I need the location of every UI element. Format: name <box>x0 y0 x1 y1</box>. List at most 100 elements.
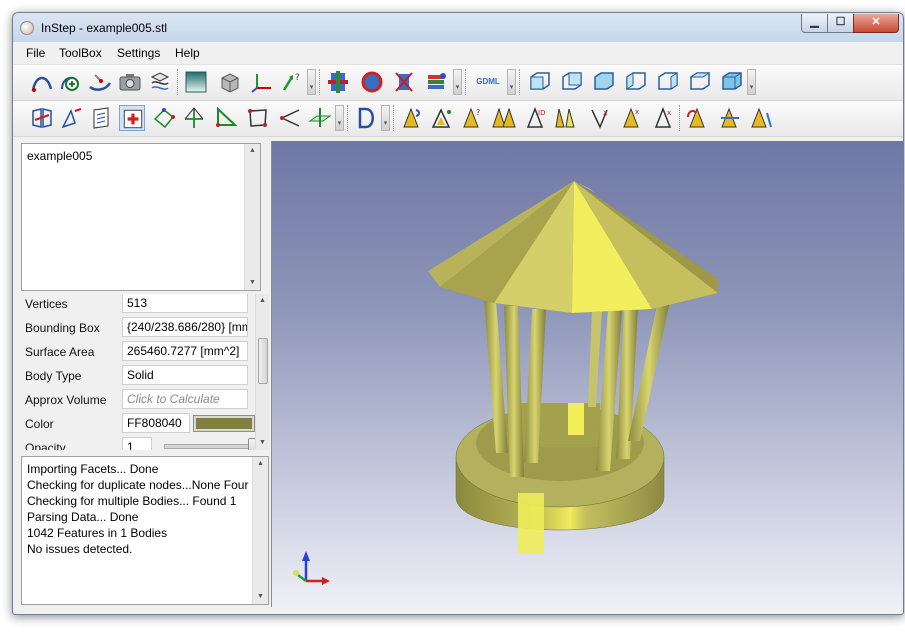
scroll-up-icon[interactable]: ▲ <box>253 457 268 471</box>
toolbar-extension-icon[interactable]: ▾ <box>747 69 756 95</box>
layers-icon[interactable] <box>423 69 449 95</box>
svg-text:x: x <box>603 108 608 117</box>
log-scrollbar[interactable]: ▲ ▼ <box>252 457 268 604</box>
cube-front-icon[interactable] <box>527 69 553 95</box>
toolbar-extension-icon[interactable]: ▾ <box>307 69 316 95</box>
surface-area-label: Surface Area <box>25 345 95 359</box>
gdml-icon[interactable]: GDML <box>471 69 505 95</box>
angle-points-icon[interactable] <box>277 105 303 131</box>
bounding-box-label: Bounding Box <box>25 321 100 335</box>
approx-volume-label: Approx Volume <box>25 393 107 407</box>
properties-scrollbar[interactable]: ▲ ▼ <box>255 294 269 450</box>
scatter-icon[interactable] <box>151 105 177 131</box>
toolbar-separator <box>177 69 181 95</box>
pen-arrow-icon[interactable] <box>59 105 85 131</box>
menu-settings[interactable]: Settings <box>117 46 160 60</box>
cube-top-icon[interactable] <box>655 69 681 95</box>
color-label: Color <box>25 417 54 431</box>
gradient-box-icon[interactable] <box>183 69 209 95</box>
cone-e-icon[interactable]: ID <box>523 105 549 131</box>
page-tool-icon[interactable] <box>89 105 115 131</box>
cube-right-icon[interactable] <box>623 69 649 95</box>
cone-k-icon[interactable] <box>717 105 743 131</box>
svg-text:?: ? <box>295 73 300 83</box>
slice-icon[interactable] <box>325 69 351 95</box>
camera-icon[interactable] <box>117 69 143 95</box>
cube-iso-icon[interactable] <box>719 69 745 95</box>
color-swatch-button[interactable] <box>193 415 255 432</box>
cone-l-icon[interactable] <box>749 105 775 131</box>
cone-i-icon[interactable]: x <box>651 105 677 131</box>
model-tree-panel[interactable]: example005 ▲ ▼ <box>21 143 261 291</box>
sphere-red-icon[interactable] <box>359 69 385 95</box>
cone-b-icon[interactable] <box>429 105 455 131</box>
d-shape-icon[interactable] <box>353 105 379 131</box>
cone-d-icon[interactable] <box>491 105 517 131</box>
box-solid-icon[interactable] <box>217 69 243 95</box>
toolbar-separator <box>519 69 523 95</box>
scroll-thumb[interactable] <box>258 338 268 384</box>
menu-file[interactable]: File <box>26 46 45 60</box>
square-points-icon[interactable] <box>245 105 271 131</box>
axes-icon[interactable] <box>249 69 275 95</box>
cone-h-icon[interactable]: x <box>619 105 645 131</box>
toolbar-extension-icon[interactable]: ▾ <box>335 105 344 131</box>
cone-f-icon[interactable] <box>553 105 579 131</box>
triangle-icon[interactable] <box>213 105 239 131</box>
toolbar-row-2: ▾ ▾ ? ID x x x <box>13 101 903 137</box>
cube-back-icon[interactable] <box>559 69 585 95</box>
approx-volume-button[interactable]: Click to Calculate <box>122 389 248 409</box>
curve-tool-icon[interactable] <box>29 69 55 95</box>
window-title: InStep - example005.stl <box>41 21 167 35</box>
book-tool-icon[interactable] <box>29 105 55 131</box>
cone-c-icon[interactable]: ? <box>459 105 485 131</box>
arrow-triangle-icon[interactable] <box>181 105 207 131</box>
log-line: Checking for duplicate nodes...None Four <box>27 478 249 492</box>
scroll-up-icon[interactable]: ▲ <box>245 144 260 158</box>
transform-icon[interactable] <box>147 69 173 95</box>
help-arrow-icon[interactable]: ? <box>279 69 305 95</box>
cone-a-icon[interactable] <box>399 105 425 131</box>
cube-bottom-icon[interactable] <box>687 69 713 95</box>
cone-g-icon[interactable]: x <box>587 105 613 131</box>
scroll-down-icon[interactable]: ▼ <box>256 436 269 450</box>
toolbar-extension-icon[interactable]: ▾ <box>381 105 390 131</box>
svg-text:ID: ID <box>538 109 545 117</box>
close-button[interactable]: ✕ <box>853 14 899 33</box>
bounding-box-value: {240/238.686/280} [mm <box>122 317 248 337</box>
clip-icon[interactable] <box>391 69 417 95</box>
opacity-slider-track[interactable] <box>164 444 258 449</box>
scroll-up-icon[interactable]: ▲ <box>256 294 269 308</box>
menu-toolbox[interactable]: ToolBox <box>59 46 102 60</box>
roof <box>428 181 718 313</box>
add-sphere-icon[interactable] <box>57 69 83 95</box>
color-value: FF808040 <box>122 413 190 433</box>
plane-icon[interactable] <box>307 105 333 131</box>
tree-item-example005[interactable]: example005 <box>27 149 92 163</box>
cube-left-icon[interactable] <box>591 69 617 95</box>
3d-viewport[interactable] <box>271 141 904 607</box>
log-panel[interactable]: Importing Facets... Done Checking for du… <box>21 456 269 605</box>
title-bar[interactable]: InStep - example005.stl ▁ ☐ ✕ <box>13 13 903 42</box>
toolbar-extension-icon[interactable]: ▾ <box>507 69 516 95</box>
toolbar-extension-icon[interactable]: ▾ <box>453 69 462 95</box>
cone-j-icon[interactable] <box>685 105 711 131</box>
maximize-button[interactable]: ☐ <box>827 14 854 33</box>
log-line: Checking for multiple Bodies... Found 1 <box>27 494 237 508</box>
minimize-button[interactable]: ▁ <box>801 14 828 33</box>
surface-tool-icon[interactable] <box>87 69 113 95</box>
surface-area-value: 265460.7277 [mm^2] <box>122 341 248 361</box>
tree-scrollbar[interactable]: ▲ ▼ <box>244 144 260 290</box>
title-separator: - <box>75 21 87 35</box>
log-line: 1042 Features in 1 Bodies <box>27 526 168 540</box>
vertices-label: Vertices <box>25 297 68 311</box>
menu-help[interactable]: Help <box>175 46 200 60</box>
toolbar-separator <box>679 105 683 131</box>
first-aid-icon[interactable] <box>119 105 145 131</box>
toolbar-separator <box>465 69 469 95</box>
opacity-label: Opacity <box>25 441 66 450</box>
gazebo-model[interactable] <box>272 141 904 607</box>
scroll-down-icon[interactable]: ▼ <box>253 590 268 604</box>
opacity-value[interactable]: 1 <box>122 437 152 450</box>
scroll-down-icon[interactable]: ▼ <box>245 276 260 290</box>
